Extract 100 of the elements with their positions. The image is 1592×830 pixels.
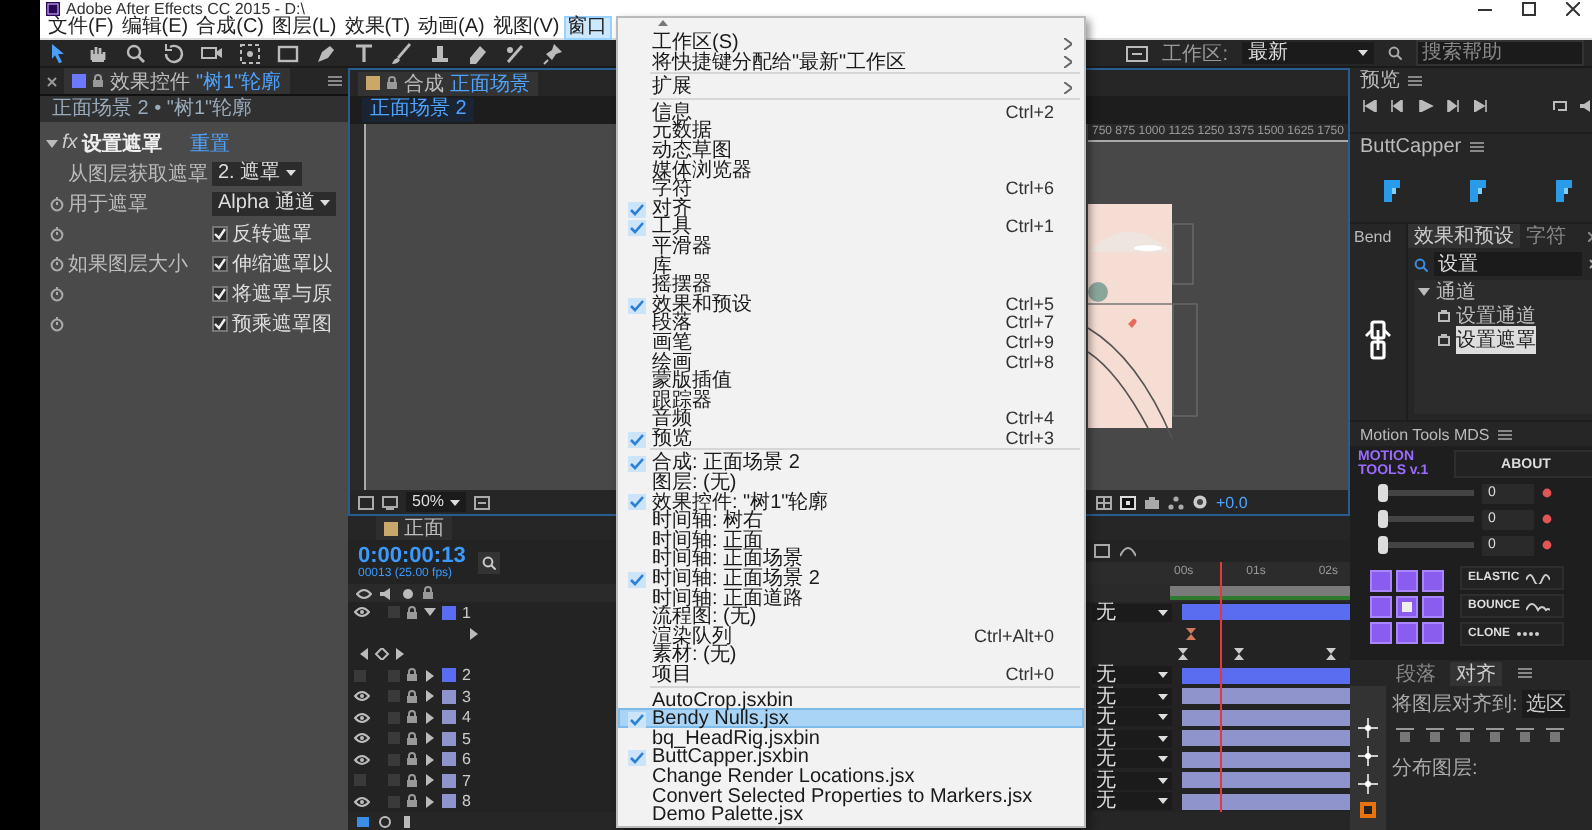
menu-item[interactable]: 效果和预设 Ctrl+5: [618, 293, 1084, 313]
panel-tab[interactable]: 对齐: [1450, 661, 1502, 685]
menu-item[interactable]: 段落 Ctrl+7: [618, 312, 1084, 332]
hand-icon[interactable]: [86, 41, 110, 65]
roto-brush-icon[interactable]: [504, 41, 528, 65]
menu-icon[interactable]: [1469, 141, 1484, 151]
pin-icon[interactable]: [542, 41, 566, 65]
anchor-button[interactable]: [1370, 621, 1392, 643]
exposure-icon[interactable]: [1192, 494, 1208, 510]
eye-icon[interactable]: [354, 753, 370, 766]
view-tab[interactable]: 正面场景 2: [362, 98, 475, 122]
keyframe-nav-icon[interactable]: [360, 648, 404, 661]
eye-icon[interactable]: [354, 606, 370, 619]
caret-icon[interactable]: [424, 690, 436, 703]
menu-item[interactable]: 对齐: [618, 197, 1084, 217]
menu-item[interactable]: 时间轴: 正面场景: [618, 548, 1084, 569]
type-tool-icon[interactable]: [352, 41, 376, 65]
anchor-button[interactable]: [1396, 621, 1418, 643]
panel-tab[interactable]: 效果控件 "树1"轮廓: [64, 68, 290, 94]
reset-dot-icon[interactable]: [1542, 540, 1552, 550]
parent-dropdown[interactable]: 无: [1092, 666, 1172, 685]
menu-item[interactable]: 窗口: [563, 16, 612, 40]
link-icon[interactable]: [1364, 320, 1392, 360]
move-arrows-icon[interactable]: [1358, 774, 1378, 794]
menu-item[interactable]: 动态草图: [618, 139, 1084, 160]
menu-item[interactable]: 效果(T): [340, 16, 415, 40]
menu-item[interactable]: AutoCrop.jsxbin: [618, 689, 1084, 709]
loop-icon[interactable]: [1552, 100, 1568, 112]
eye-icon[interactable]: [354, 711, 370, 724]
menu-item[interactable]: 图层(L): [268, 16, 341, 40]
solo-icon[interactable]: [402, 587, 414, 599]
menu-item[interactable]: 编辑(E): [117, 16, 193, 40]
magnifier-icon[interactable]: [124, 41, 148, 65]
align-icon[interactable]: [1426, 728, 1444, 744]
menu-item[interactable]: 合成: 正面场景 2: [618, 452, 1084, 473]
caret-icon[interactable]: [424, 774, 436, 787]
menu-item[interactable]: 时间轴: 正面道路: [618, 587, 1084, 607]
move-arrows-icon[interactable]: [1358, 746, 1378, 766]
panel-tab[interactable]: 合成 正面场景: [358, 71, 538, 95]
script-icon[interactable]: [1360, 802, 1376, 818]
menu-item[interactable]: 将快捷键分配给"最新"工作区: [618, 51, 1084, 71]
speaker-icon[interactable]: [380, 587, 394, 599]
camera-icon[interactable]: [1144, 495, 1160, 509]
panel-tab[interactable]: 效果和预设: [1408, 224, 1520, 248]
speaker-icon[interactable]: [1580, 100, 1592, 112]
workspace-dropdown[interactable]: 最新: [1242, 42, 1374, 64]
zoom-dropdown[interactable]: 50%: [406, 492, 467, 512]
property-dropdown[interactable]: Alpha 通道: [212, 191, 337, 215]
region-icon[interactable]: [358, 495, 374, 509]
stopwatch-icon[interactable]: [49, 285, 63, 301]
anchor-button[interactable]: [1370, 595, 1392, 617]
close-icon[interactable]: [46, 75, 58, 87]
reset-dot-icon[interactable]: [1542, 488, 1552, 498]
menu-item[interactable]: ButtCapper.jsxbin: [618, 746, 1084, 766]
menu-item[interactable]: Change Render Locations.jsx: [618, 765, 1084, 786]
slider-thumb[interactable]: [1378, 510, 1388, 528]
stopwatch-icon[interactable]: [49, 315, 63, 331]
layer-switch-icon[interactable]: [356, 815, 370, 827]
pan-behind-icon[interactable]: [238, 41, 262, 65]
menu-item[interactable]: 视图(V): [488, 16, 564, 40]
rotate-icon[interactable]: [162, 41, 186, 65]
flowchart-icon[interactable]: [1168, 495, 1184, 509]
tree-item[interactable]: 设置通道: [1456, 302, 1536, 330]
caret-icon[interactable]: [424, 795, 436, 808]
cap-icon[interactable]: [1384, 179, 1401, 201]
align-icon[interactable]: [1456, 728, 1474, 744]
parent-dropdown[interactable]: 无: [1092, 792, 1172, 811]
menu-item[interactable]: 合成(C): [192, 16, 269, 40]
reset-dot-icon[interactable]: [1542, 514, 1552, 524]
menu-item[interactable]: 蒙版插值: [618, 370, 1084, 390]
property-dropdown[interactable]: 2. 遮罩: [212, 161, 303, 185]
panel-tab[interactable]: 段落: [1390, 661, 1442, 685]
caret-icon[interactable]: [424, 711, 436, 724]
tree-item[interactable]: 设置遮罩: [1456, 326, 1536, 354]
caret-icon[interactable]: [424, 669, 436, 682]
menu-icon[interactable]: [1408, 75, 1422, 85]
anchor-button[interactable]: [1422, 569, 1444, 591]
menu-item[interactable]: 信息 Ctrl+2: [618, 101, 1084, 121]
first-frame-icon[interactable]: [1362, 100, 1378, 112]
menu-item[interactable]: 素材: (无): [618, 644, 1084, 664]
parent-dropdown[interactable]: 无: [1092, 729, 1172, 748]
parent-dropdown[interactable]: 无: [1092, 708, 1172, 727]
eye-icon[interactable]: [354, 795, 370, 808]
frame-icon[interactable]: [1120, 495, 1136, 509]
menu-item[interactable]: 时间轴: 正面: [618, 529, 1084, 549]
rectangle-icon[interactable]: [276, 41, 300, 65]
eye-icon[interactable]: [356, 587, 372, 599]
menu-item[interactable]: 摇摆器: [618, 274, 1084, 294]
menu-icon[interactable]: [1518, 668, 1532, 678]
menu-item[interactable]: 渲染队列 Ctrl+Alt+0: [618, 625, 1084, 645]
eye-icon[interactable]: [354, 690, 370, 703]
menu-item[interactable]: Bendy Nulls.jsx: [618, 708, 1084, 728]
checkbox[interactable]: [212, 285, 228, 301]
slider-thumb[interactable]: [1378, 536, 1388, 554]
anchor-button[interactable]: [1422, 595, 1444, 617]
search-icon[interactable]: [1414, 257, 1428, 271]
menu-item[interactable]: 时间轴: 树右: [618, 510, 1084, 530]
menu-item[interactable]: 音频 Ctrl+4: [618, 408, 1084, 428]
monitor-icon[interactable]: [382, 495, 398, 509]
checkbox[interactable]: [212, 225, 228, 241]
